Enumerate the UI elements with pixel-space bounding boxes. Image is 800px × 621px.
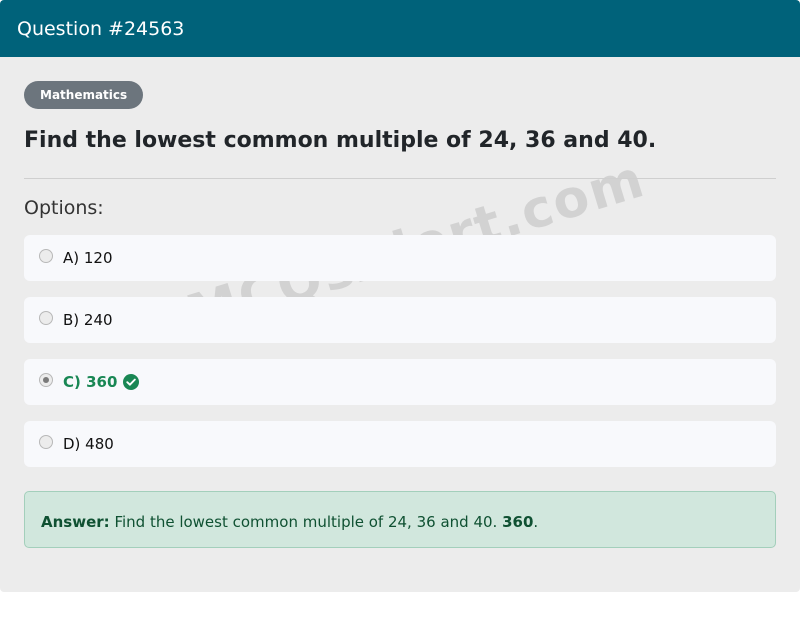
option-c-radio[interactable]	[39, 373, 53, 387]
answer-prefix: Answer:	[41, 513, 110, 531]
question-text: Find the lowest common multiple of 24, 3…	[24, 128, 657, 153]
category-badge[interactable]: Mathematics	[24, 81, 144, 109]
answer-box: Answer: Find the lowest common multiple …	[24, 491, 776, 548]
divider	[24, 178, 776, 179]
answer-text: Answer: Find the lowest common multiple …	[41, 512, 538, 532]
question-card: Question #24563 MCQsAlert.com Mathematic…	[0, 0, 800, 592]
check-circle-icon	[123, 374, 139, 390]
option-c[interactable]: C) 360	[24, 359, 776, 405]
option-d-label: D) 480	[63, 435, 114, 453]
answer-value: 360	[502, 513, 534, 531]
answer-question-text: Find the lowest common multiple of 24, 3…	[114, 513, 498, 531]
question-id-title: Question #24563	[17, 18, 185, 40]
option-b-label: B) 240	[63, 311, 113, 329]
option-b-radio[interactable]	[39, 311, 53, 325]
option-a-radio[interactable]	[39, 249, 53, 263]
answer-suffix: .	[533, 513, 539, 531]
option-c-label: C) 360	[63, 373, 118, 391]
option-d-radio[interactable]	[39, 435, 53, 449]
option-b[interactable]: B) 240	[24, 297, 776, 343]
option-a-label: A) 120	[63, 249, 113, 267]
option-d[interactable]: D) 480	[24, 421, 776, 467]
card-header: Question #24563	[0, 0, 800, 57]
option-a[interactable]: A) 120	[24, 235, 776, 281]
options-label: Options:	[24, 197, 104, 219]
